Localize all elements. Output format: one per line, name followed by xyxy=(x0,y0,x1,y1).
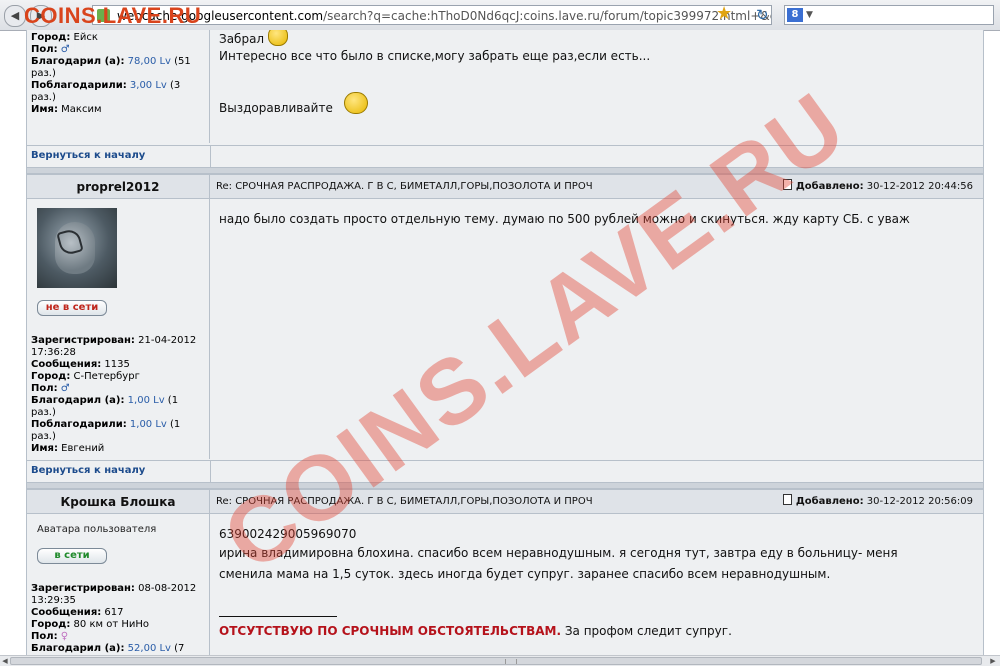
name-label: Имя: xyxy=(31,104,58,115)
post3-author[interactable]: Крошка Блошка xyxy=(27,490,209,514)
avatar xyxy=(37,208,117,288)
status-badge[interactable]: в сети xyxy=(37,548,107,564)
city-label: Город: xyxy=(31,32,71,43)
avatar-placeholder: Аватара пользователя xyxy=(37,524,157,535)
post2-header: Re: СРОЧНАЯ РАСПРОДАЖА. Г В С, БИМЕТАЛЛ,… xyxy=(210,174,983,199)
gender-label: Пол: xyxy=(31,383,58,394)
scrollbar-thumb[interactable] xyxy=(10,657,982,665)
scroll-left-icon[interactable]: ◀ xyxy=(0,656,10,666)
search-engine-dropdown-icon[interactable]: ▼ xyxy=(806,6,813,24)
thanked-count: (7 xyxy=(174,643,185,654)
registered-label: Зарегистрирован: xyxy=(31,335,135,346)
post1-text-line3: Выздоравливайте xyxy=(219,92,369,118)
male-icon: ♂ xyxy=(60,383,70,394)
post3-header: Re: СРОЧНАЯ РАСПРОДАЖА. Г В С, БИМЕТАЛЛ,… xyxy=(210,489,983,514)
signature-divider xyxy=(219,616,337,617)
got-thanks-label: Поблагодарили: xyxy=(31,419,127,430)
thanked-value[interactable]: 78,00 Lv xyxy=(128,56,171,67)
post-icon[interactable] xyxy=(782,494,792,505)
thanked-value[interactable]: 52,00 Lv xyxy=(128,643,171,654)
messages-label: Сообщения: xyxy=(31,607,102,618)
gender-label: Пол: xyxy=(31,44,58,55)
post3-title[interactable]: Re: СРОЧНАЯ РАСПРОДАЖА. Г В С, БИМЕТАЛЛ,… xyxy=(216,490,593,514)
post1-back-row: Вернуться к началу xyxy=(27,145,983,168)
scrollbar-grip xyxy=(505,659,517,664)
bookmark-star-icon[interactable]: ★ xyxy=(716,4,732,24)
name-value: Евгений xyxy=(61,443,105,454)
hug-smiley-icon xyxy=(344,92,369,114)
city-label: Город: xyxy=(31,371,71,382)
female-icon: ♀ xyxy=(60,631,69,642)
messages-value: 1135 xyxy=(104,359,130,370)
post2-body: надо было создать просто отдельную тему.… xyxy=(210,199,983,459)
male-icon: ♂ xyxy=(60,44,70,55)
back-to-top-link[interactable]: Вернуться к началу xyxy=(31,150,145,161)
thanked-value[interactable]: 1,00 Lv xyxy=(128,395,165,406)
post-icon[interactable] xyxy=(782,179,792,190)
city-value: 80 км от НиНо xyxy=(73,619,149,630)
horizontal-scrollbar[interactable]: ◀ ▶ xyxy=(0,655,1000,666)
post3-body: 639002429005969070 ирина владимировна бл… xyxy=(210,514,983,656)
absent-note: За профом следит супруг. xyxy=(561,624,732,638)
messages-label: Сообщения: xyxy=(31,359,102,370)
name-value: Максим xyxy=(61,104,102,115)
reload-icon[interactable]: ↻ xyxy=(756,5,769,25)
thanked-label: Благодарил (а): xyxy=(31,56,125,67)
back-to-top-link[interactable]: Вернуться к началу xyxy=(31,465,145,476)
smile-icon xyxy=(267,30,288,46)
got-thanks-value[interactable]: 3,00 Lv xyxy=(130,80,167,91)
back-arrow-icon[interactable]: ◀ xyxy=(4,5,26,27)
url-path: /search?q=cache:hThoD0Nd6qcJ:coins.lave.… xyxy=(323,9,771,23)
got-thanks-value[interactable]: 1,00 Lv xyxy=(130,419,167,430)
post2-author-cell: proprel2012 xyxy=(27,174,210,199)
post3-author-cell: Крошка Блошка xyxy=(27,489,210,514)
post3-text-line3: сменила мама на 1,5 суток. здесь иногда … xyxy=(219,567,831,581)
absent-notice: ОТСУТСТВУЮ ПО СРОЧНЫМ ОБСТОЯТЕЛЬСТВАМ. xyxy=(219,624,562,638)
post-separator xyxy=(27,482,983,489)
post2-added: Добавлено: 30-12-2012 20:44:56 xyxy=(782,175,973,199)
post3-number: 639002429005969070 xyxy=(219,527,357,541)
search-input[interactable] xyxy=(819,7,989,23)
city-value: Ейск xyxy=(73,32,98,43)
post-separator xyxy=(27,167,983,174)
post2-author[interactable]: proprel2012 xyxy=(27,175,209,199)
post1-body: Забрал Интересно все что было в списке,м… xyxy=(210,30,983,143)
city-label: Город: xyxy=(31,619,71,630)
post3-signature: ОТСУТСТВУЮ ПО СРОЧНЫМ ОБСТОЯТЕЛЬСТВАМ. З… xyxy=(219,621,732,641)
post2-title[interactable]: Re: СРОЧНАЯ РАСПРОДАЖА. Г В С, БИМЕТАЛЛ,… xyxy=(216,175,593,199)
messages-value: 617 xyxy=(104,607,124,618)
post1-text-line2: Интересно все что было в списке,могу заб… xyxy=(219,49,651,63)
post3-text-line2: ирина владимировна блохина. спасибо всем… xyxy=(219,546,898,560)
city-value: С-Петербург xyxy=(73,371,140,382)
thanked-label: Благодарил (а): xyxy=(31,395,125,406)
gender-label: Пол: xyxy=(31,631,58,642)
post2-text: надо было создать просто отдельную тему.… xyxy=(219,212,910,226)
post1-profile: Город: Ейск Пол: ♂ Благодарил (а): 78,00… xyxy=(27,30,210,143)
site-logo[interactable]: COINS.LAVE.RU xyxy=(24,3,201,29)
thanked-label: Благодарил (а): xyxy=(31,643,125,654)
post3-profile: Аватара пользователя в сети Зарегистриро… xyxy=(27,514,210,656)
search-box: 8 ▼ xyxy=(784,5,994,25)
name-label: Имя: xyxy=(31,443,58,454)
scroll-right-icon[interactable]: ▶ xyxy=(988,656,998,666)
post3-added: Добавлено: 30-12-2012 20:56:09 xyxy=(782,490,973,514)
forum-posts: Город: Ейск Пол: ♂ Благодарил (а): 78,00… xyxy=(26,30,984,656)
post2-profile: не в сети Зарегистрирован: 21-04-2012 17… xyxy=(27,199,210,459)
google-search-icon[interactable]: 8 xyxy=(787,8,803,22)
got-thanks-label: Поблагодарили: xyxy=(31,80,127,91)
registered-label: Зарегистрирован: xyxy=(31,583,135,594)
status-badge[interactable]: не в сети xyxy=(37,300,107,316)
post2-back-row: Вернуться к началу xyxy=(27,460,983,483)
